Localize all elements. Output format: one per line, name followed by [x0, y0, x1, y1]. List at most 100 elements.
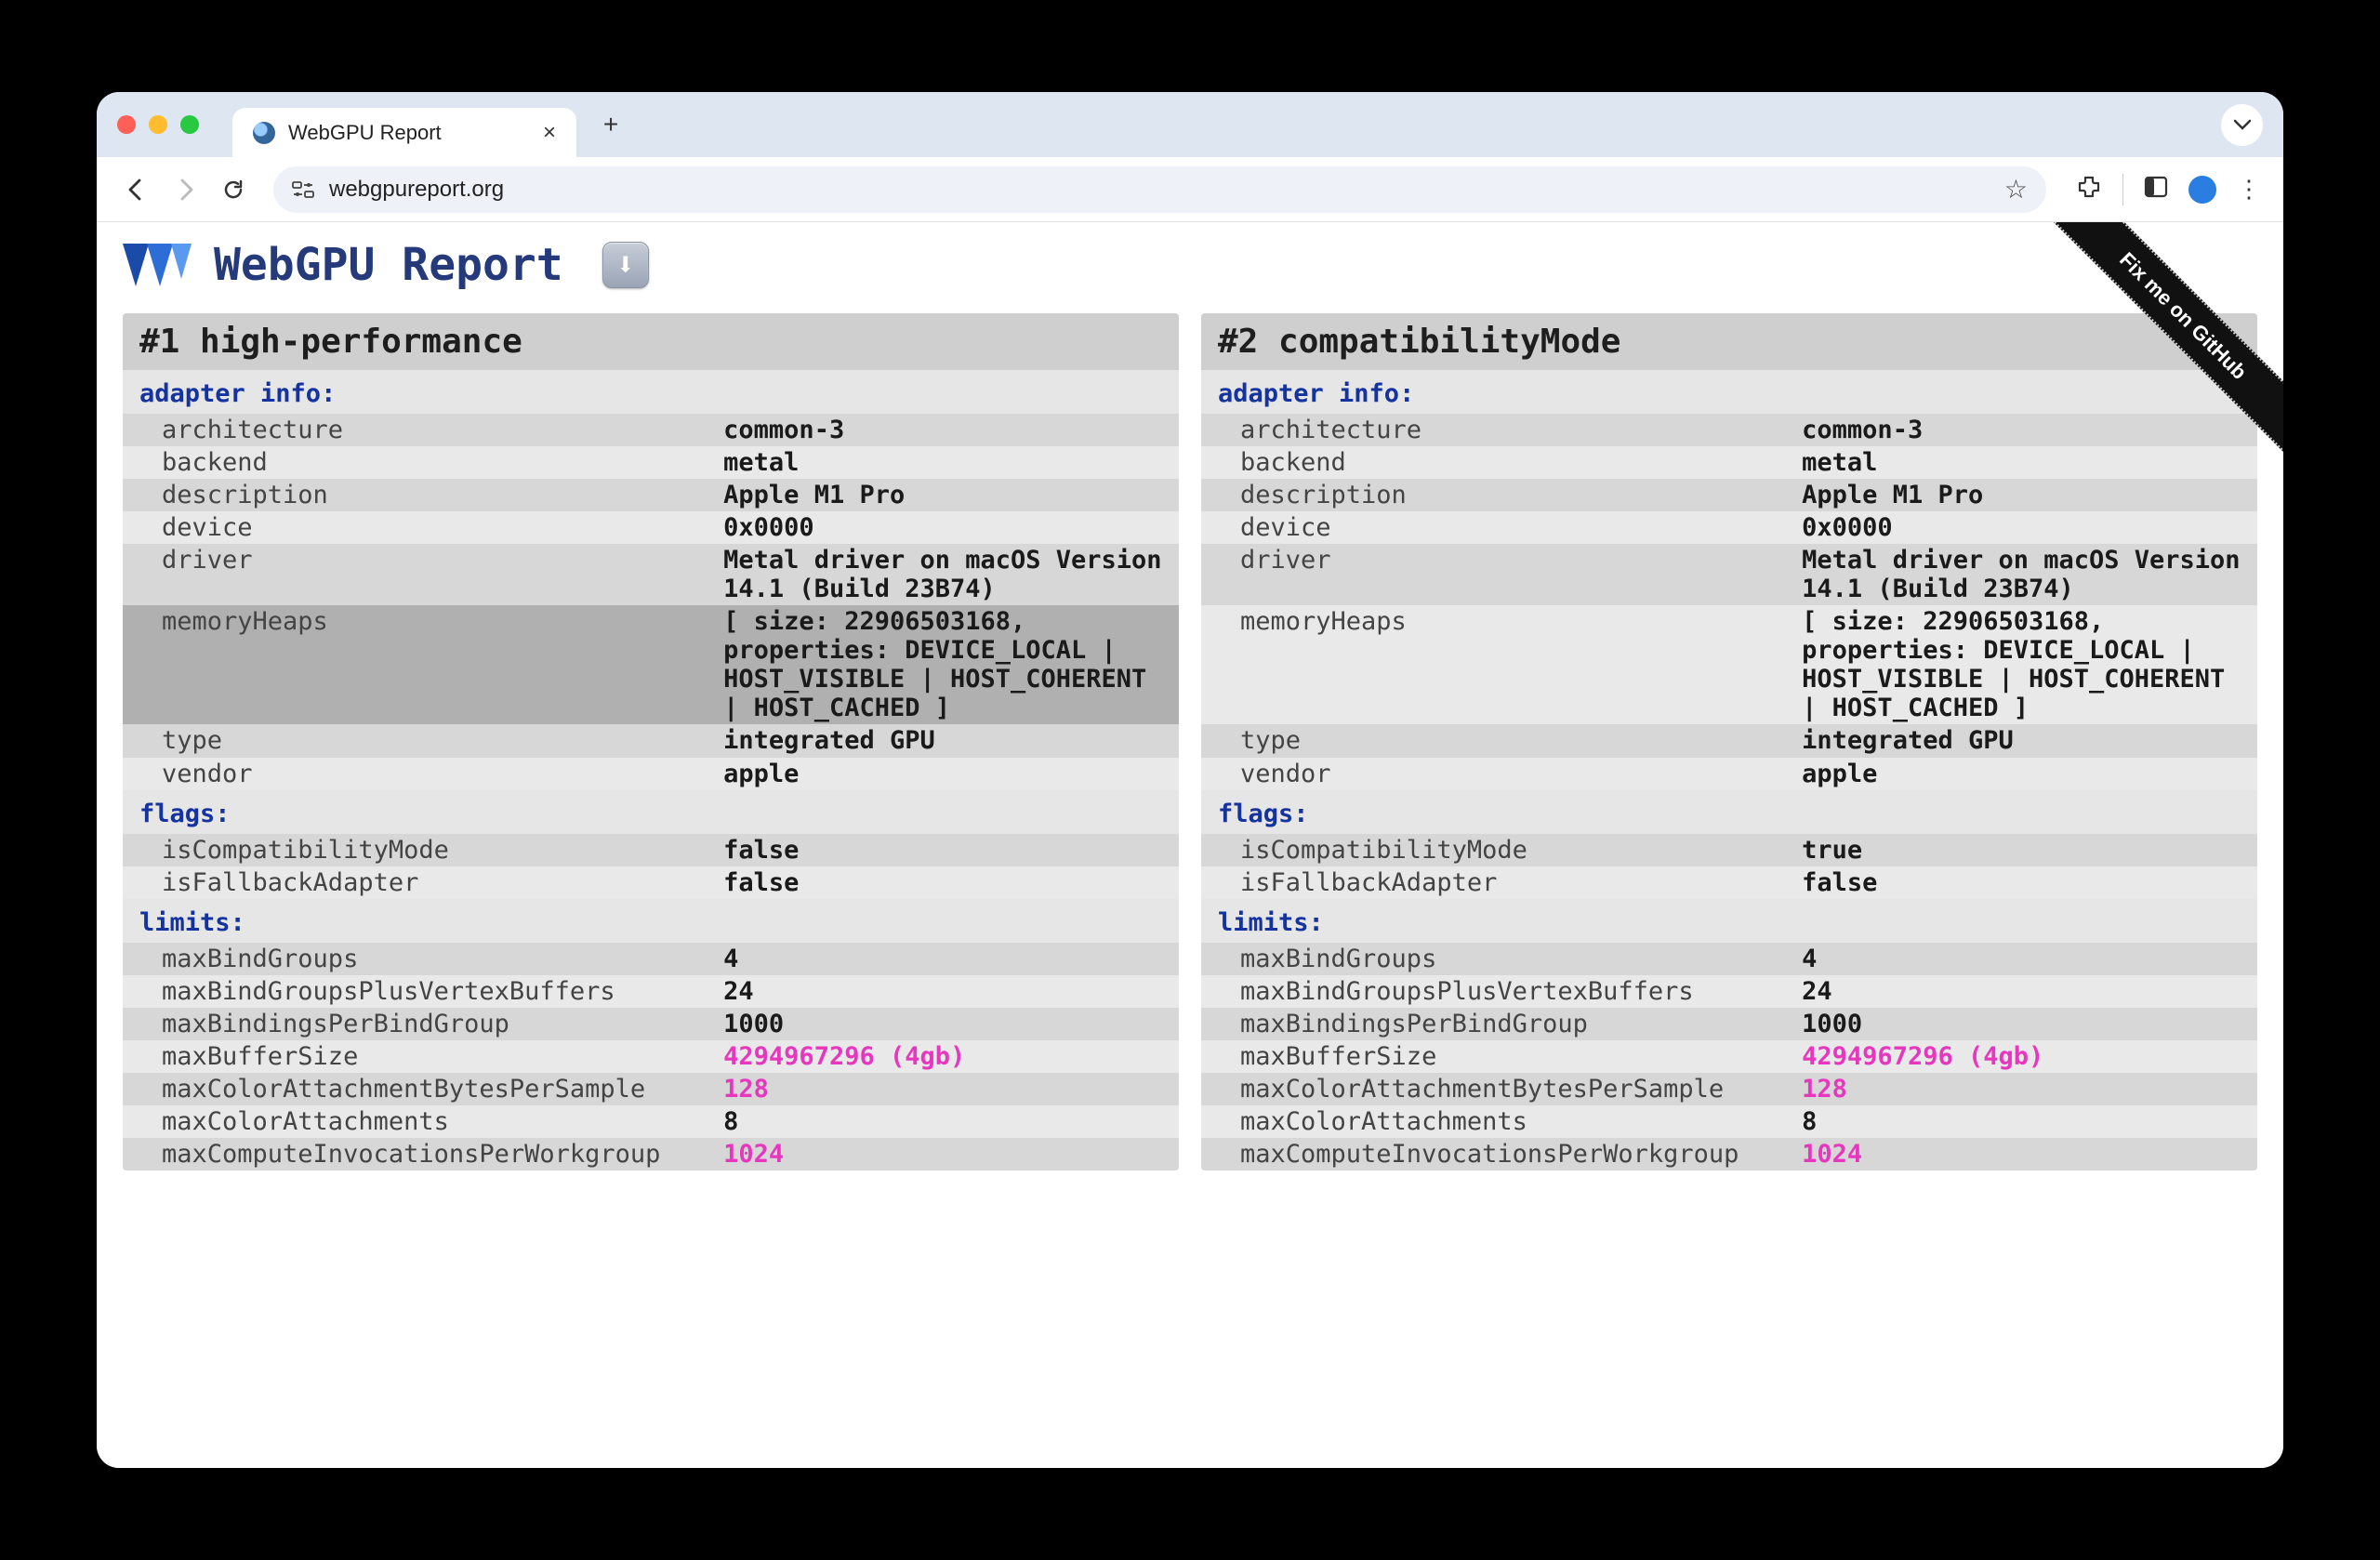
- window-minimize-button[interactable]: [149, 115, 167, 134]
- section-title: adapter info:: [1201, 370, 2257, 414]
- table-row: isFallbackAdapterfalse: [123, 866, 1179, 899]
- row-key: maxComputeInvocationsPerWorkgroup: [123, 1138, 714, 1170]
- row-value: 1000: [714, 1008, 1179, 1040]
- window-maximize-button[interactable]: [180, 115, 199, 134]
- section-title: adapter info:: [123, 370, 1179, 414]
- panel-1: #2 compatibilityModeadapter info:archite…: [1201, 313, 2257, 1170]
- row-value: 24: [1792, 975, 2257, 1008]
- table-row: maxColorAttachmentBytesPerSample128: [1201, 1073, 2257, 1105]
- traffic-lights: [117, 115, 199, 134]
- page-content: WebGPU Report ⬇ #1 high-performanceadapt…: [97, 222, 2283, 1468]
- profile-avatar[interactable]: [2188, 176, 2216, 204]
- panel-0: #1 high-performanceadapter info:architec…: [123, 313, 1179, 1170]
- row-value: Apple M1 Pro: [714, 479, 1179, 511]
- panel-title: #2 compatibilityMode: [1201, 313, 2257, 370]
- row-key: maxBindGroupsPlusVertexBuffers: [1201, 975, 1792, 1008]
- data-table: architecturecommon-3backendmetaldescript…: [1201, 414, 2257, 790]
- row-key: description: [1201, 479, 1792, 511]
- row-key: maxColorAttachments: [1201, 1105, 1792, 1138]
- row-value: 8: [1792, 1105, 2257, 1138]
- table-row: driverMetal driver on macOS Version 14.1…: [123, 544, 1179, 605]
- table-row: maxBindingsPerBindGroup1000: [1201, 1008, 2257, 1040]
- new-tab-button[interactable]: +: [593, 107, 628, 142]
- table-row: maxBindGroupsPlusVertexBuffers24: [123, 975, 1179, 1008]
- table-row: architecturecommon-3: [1201, 414, 2257, 446]
- table-row: backendmetal: [123, 446, 1179, 479]
- table-row: maxBindGroups4: [123, 943, 1179, 975]
- table-row: device0x0000: [1201, 511, 2257, 544]
- toolbar: webgpureport.org ☆ ⋮: [97, 157, 2283, 222]
- browser-tab[interactable]: WebGPU Report ×: [232, 108, 576, 157]
- panels-row: #1 high-performanceadapter info:architec…: [123, 313, 2257, 1170]
- row-key: maxComputeInvocationsPerWorkgroup: [1201, 1138, 1792, 1170]
- address-bar[interactable]: webgpureport.org ☆: [273, 166, 2046, 213]
- page-header: WebGPU Report ⬇: [123, 239, 2257, 291]
- back-button[interactable]: [119, 172, 154, 207]
- extensions-icon[interactable]: [2076, 174, 2102, 205]
- row-value: 4294967296 (4gb): [1792, 1040, 2257, 1073]
- row-key: maxBindingsPerBindGroup: [123, 1008, 714, 1040]
- row-value: true: [1792, 834, 2257, 866]
- row-value: metal: [714, 446, 1179, 479]
- row-key: backend: [123, 446, 714, 479]
- row-value: [ size: 22906503168, properties: DEVICE_…: [714, 605, 1179, 724]
- data-table: isCompatibilityModefalseisFallbackAdapte…: [123, 834, 1179, 899]
- site-settings-icon[interactable]: [292, 180, 316, 199]
- row-value: Metal driver on macOS Version 14.1 (Buil…: [1792, 544, 2257, 605]
- table-row: maxBufferSize4294967296 (4gb): [1201, 1040, 2257, 1073]
- table-row: descriptionApple M1 Pro: [123, 479, 1179, 511]
- section-title: limits:: [123, 899, 1179, 943]
- arrow-right-icon: [173, 178, 197, 202]
- tab-overflow-button[interactable]: [2221, 104, 2263, 146]
- row-key: architecture: [123, 414, 714, 446]
- table-row: typeintegrated GPU: [1201, 724, 2257, 757]
- row-value: common-3: [714, 414, 1179, 446]
- row-key: memoryHeaps: [1201, 605, 1792, 724]
- row-value: 0x0000: [714, 511, 1179, 544]
- table-row: isFallbackAdapterfalse: [1201, 866, 2257, 899]
- row-key: maxBufferSize: [1201, 1040, 1792, 1073]
- row-key: device: [1201, 511, 1792, 544]
- row-value: integrated GPU: [1792, 724, 2257, 757]
- table-row: isCompatibilityModefalse: [123, 834, 1179, 866]
- reload-button[interactable]: [216, 172, 251, 207]
- toolbar-actions: ⋮: [2076, 174, 2261, 205]
- row-key: maxBindGroupsPlusVertexBuffers: [123, 975, 714, 1008]
- table-row: maxColorAttachments8: [123, 1105, 1179, 1138]
- row-value: apple: [1792, 758, 2257, 790]
- menu-icon[interactable]: ⋮: [2237, 175, 2261, 204]
- row-value: 4294967296 (4gb): [714, 1040, 1179, 1073]
- row-value: false: [714, 834, 1179, 866]
- data-table: isCompatibilityModetrueisFallbackAdapter…: [1201, 834, 2257, 899]
- table-row: vendorapple: [1201, 758, 2257, 790]
- table-row: driverMetal driver on macOS Version 14.1…: [1201, 544, 2257, 605]
- table-row: isCompatibilityModetrue: [1201, 834, 2257, 866]
- row-value: 1000: [1792, 1008, 2257, 1040]
- panel-title: #1 high-performance: [123, 313, 1179, 370]
- bookmark-star-icon[interactable]: ☆: [2004, 174, 2028, 205]
- arrow-left-icon: [125, 178, 149, 202]
- data-table: architecturecommon-3backendmetaldescript…: [123, 414, 1179, 790]
- row-key: maxColorAttachments: [123, 1105, 714, 1138]
- row-key: driver: [123, 544, 714, 605]
- row-value: 8: [714, 1105, 1179, 1138]
- row-value: common-3: [1792, 414, 2257, 446]
- row-key: driver: [1201, 544, 1792, 605]
- sidepanel-icon[interactable]: [2144, 175, 2168, 204]
- row-key: isCompatibilityMode: [1201, 834, 1792, 866]
- webgpu-logo-icon: [123, 242, 197, 288]
- download-button[interactable]: ⬇: [602, 242, 649, 288]
- window-close-button[interactable]: [117, 115, 136, 134]
- row-key: backend: [1201, 446, 1792, 479]
- row-value: 24: [714, 975, 1179, 1008]
- close-icon[interactable]: ×: [543, 120, 556, 146]
- section-title: flags:: [123, 790, 1179, 834]
- url-text: webgpureport.org: [329, 177, 1991, 203]
- table-row: maxBindGroups4: [1201, 943, 2257, 975]
- row-value: apple: [714, 758, 1179, 790]
- forward-button[interactable]: [167, 172, 203, 207]
- table-row: maxComputeInvocationsPerWorkgroup1024: [1201, 1138, 2257, 1170]
- table-row: maxBindingsPerBindGroup1000: [123, 1008, 1179, 1040]
- row-key: maxColorAttachmentBytesPerSample: [123, 1073, 714, 1105]
- row-key: memoryHeaps: [123, 605, 714, 724]
